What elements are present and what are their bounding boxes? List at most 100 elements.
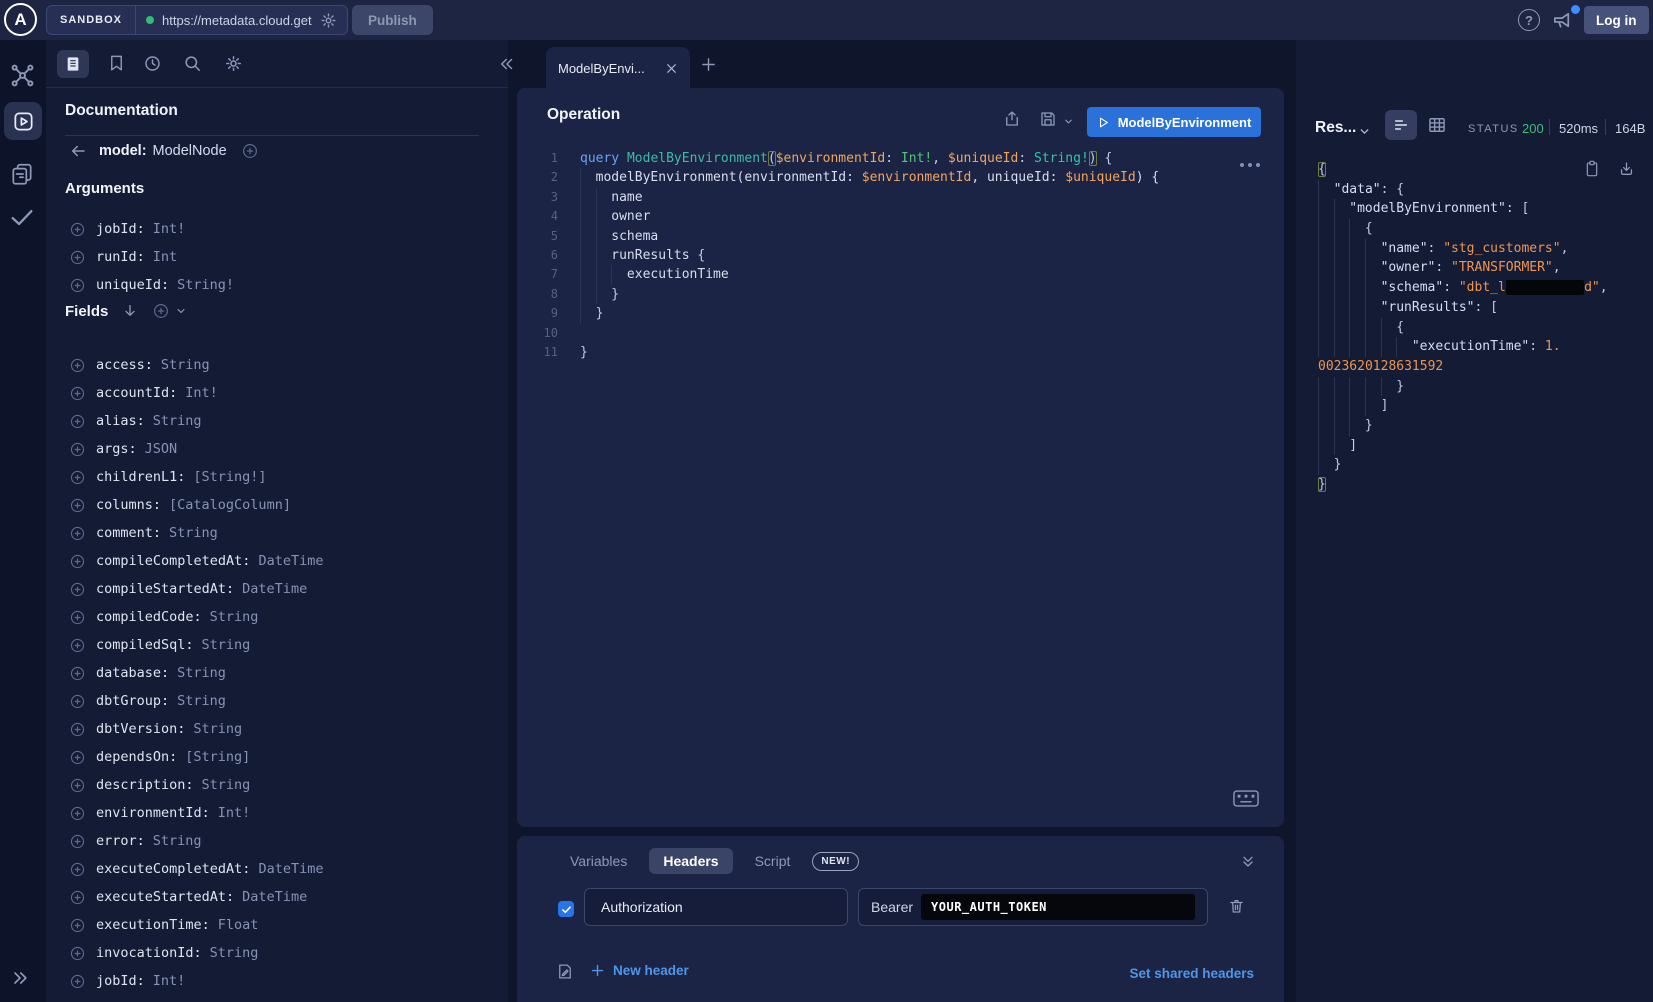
set-shared-headers-link[interactable]: Set shared headers	[1129, 966, 1254, 981]
field-name[interactable]: compileStartedAt:	[96, 581, 234, 597]
endpoint-url-segment[interactable]: https://metadata.cloud.get	[136, 6, 347, 34]
new-header-button[interactable]: New header	[590, 963, 689, 978]
header-value-input[interactable]: Bearer YOUR_AUTH_TOKEN	[858, 888, 1208, 926]
add-field-plus-icon[interactable]	[69, 609, 86, 626]
delete-header-trash-icon[interactable]	[1228, 897, 1245, 915]
auth-token-field[interactable]: YOUR_AUTH_TOKEN	[921, 894, 1195, 920]
argument-type[interactable]: Int!	[153, 221, 186, 237]
field-name[interactable]: executeStartedAt:	[96, 889, 234, 905]
add-field-plus-icon[interactable]	[69, 441, 86, 458]
add-argument-plus-icon[interactable]	[69, 277, 86, 294]
publish-button[interactable]: Publish	[352, 5, 433, 35]
field-name[interactable]: dbtGroup:	[96, 693, 169, 709]
field-name[interactable]: compiledCode:	[96, 609, 202, 625]
field-name[interactable]: alias:	[96, 413, 145, 429]
response-table-view-button[interactable]	[1427, 115, 1447, 135]
operation-tab[interactable]: ModelByEnvi...	[546, 47, 690, 89]
add-field-plus-icon[interactable]	[69, 889, 86, 906]
field-type[interactable]: String	[177, 665, 226, 681]
field-name[interactable]: accountId:	[96, 385, 177, 401]
add-field-plus-icon[interactable]	[69, 945, 86, 962]
login-button[interactable]: Log in	[1584, 6, 1649, 34]
add-field-plus-icon[interactable]	[69, 525, 86, 542]
field-name[interactable]: jobId:	[96, 973, 145, 989]
field-type[interactable]: String	[210, 609, 259, 625]
add-field-plus-icon[interactable]	[241, 142, 259, 160]
field-name[interactable]: compileCompletedAt:	[96, 553, 250, 569]
history-icon[interactable]	[143, 54, 162, 73]
field-name[interactable]: executionTime:	[96, 917, 210, 933]
field-type[interactable]: String	[161, 357, 210, 373]
response-dropdown-chevron-icon[interactable]	[1358, 125, 1371, 138]
field-type[interactable]: Int!	[185, 385, 218, 401]
field-name[interactable]: description:	[96, 777, 194, 793]
save-icon[interactable]	[1039, 110, 1057, 128]
documentation-tab-button[interactable]	[57, 50, 89, 78]
field-type[interactable]: String	[193, 721, 242, 737]
field-type[interactable]: [CatalogColumn]	[169, 497, 291, 513]
argument-type[interactable]: String!	[177, 277, 234, 293]
keyboard-shortcuts-icon[interactable]	[1233, 790, 1259, 807]
save-options-chevron-icon[interactable]	[1063, 116, 1074, 127]
response-tree-view-button[interactable]	[1385, 110, 1417, 140]
field-type[interactable]: String	[210, 945, 259, 961]
back-arrow-icon[interactable]	[69, 142, 87, 160]
add-field-plus-icon[interactable]	[69, 805, 86, 822]
field-name[interactable]: environmentId:	[96, 805, 210, 821]
announcements-megaphone-icon[interactable]	[1551, 9, 1574, 32]
add-field-plus-icon[interactable]	[69, 385, 86, 402]
add-field-plus-icon[interactable]	[69, 917, 86, 934]
add-argument-plus-icon[interactable]	[69, 221, 86, 238]
share-icon[interactable]	[1003, 110, 1021, 128]
tab-variables[interactable]: Variables	[570, 853, 627, 869]
field-type[interactable]: String	[177, 693, 226, 709]
field-type[interactable]: Float	[218, 917, 259, 933]
field-type[interactable]: JSON	[145, 441, 178, 457]
field-name[interactable]: args:	[96, 441, 137, 457]
expand-rail-chevrons-icon[interactable]	[10, 968, 30, 988]
add-field-plus-icon[interactable]	[69, 413, 86, 430]
argument-type[interactable]: Int	[153, 249, 177, 265]
help-icon[interactable]: ?	[1518, 9, 1540, 31]
field-name[interactable]: comment:	[96, 525, 161, 541]
bookmarks-icon[interactable]	[107, 54, 126, 73]
field-type[interactable]: Int!	[153, 973, 186, 989]
field-name[interactable]: access:	[96, 357, 153, 373]
graphql-editor[interactable]: 1query ModelByEnvironment($environmentId…	[517, 149, 1284, 362]
changelog-icon[interactable]	[9, 161, 35, 187]
header-name-input[interactable]: Authorization	[584, 888, 848, 926]
add-field-plus-icon[interactable]	[69, 553, 86, 570]
endpoint-url[interactable]: https://metadata.cloud.get	[162, 13, 312, 28]
tab-script[interactable]: Script	[755, 853, 791, 869]
environment-variables-icon[interactable]	[556, 962, 574, 981]
schema-graph-icon[interactable]	[9, 62, 36, 89]
field-type[interactable]: String	[202, 637, 251, 653]
field-name[interactable]: childrenL1:	[96, 469, 185, 485]
checks-icon[interactable]	[8, 203, 36, 231]
add-field-plus-icon[interactable]	[69, 497, 86, 514]
run-operation-button[interactable]: ModelByEnvironment	[1087, 107, 1261, 137]
field-type[interactable]: DateTime	[258, 861, 323, 877]
settings-gear-icon[interactable]	[224, 54, 243, 73]
field-name[interactable]: dependsOn:	[96, 749, 177, 765]
add-field-plus-icon[interactable]	[69, 665, 86, 682]
download-response-icon[interactable]	[1618, 160, 1635, 178]
collapse-panel-chevrons-icon[interactable]	[498, 55, 516, 73]
field-name[interactable]: executeCompletedAt:	[96, 861, 250, 877]
response-json-viewer[interactable]: { "data": { "modelByEnvironment": [ { "n…	[1318, 160, 1608, 495]
new-tab-plus-icon[interactable]	[700, 56, 717, 73]
field-type[interactable]: String	[153, 833, 202, 849]
add-field-plus-icon[interactable]	[69, 777, 86, 794]
endpoint-settings-gear-icon[interactable]	[320, 12, 337, 29]
field-name[interactable]: columns:	[96, 497, 161, 513]
argument-name[interactable]: jobId:	[96, 221, 145, 237]
add-field-plus-icon[interactable]	[69, 721, 86, 738]
field-type[interactable]: String	[169, 525, 218, 541]
field-name[interactable]: database:	[96, 665, 169, 681]
field-type[interactable]: DateTime	[242, 581, 307, 597]
field-type[interactable]: Int!	[218, 805, 251, 821]
add-argument-plus-icon[interactable]	[69, 249, 86, 266]
add-field-plus-icon[interactable]	[69, 861, 86, 878]
explorer-nav-item[interactable]	[4, 102, 42, 140]
argument-name[interactable]: runId:	[96, 249, 145, 265]
